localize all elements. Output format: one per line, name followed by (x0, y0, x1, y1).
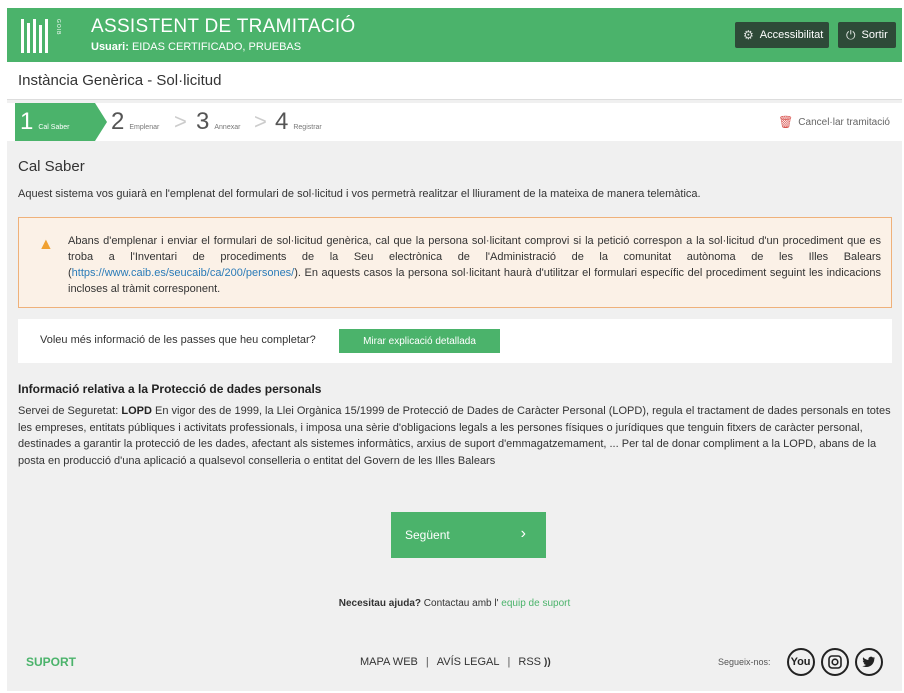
user-name: EIDAS CERTIFICADO, PRUEBAS (131, 41, 302, 53)
app-frame: GOIB ASSISTENT DE TRAMITACIÓ Usuari: EID… (7, 8, 902, 691)
warning-text: Abans d'emplenar i enviar el formulari d… (68, 233, 881, 297)
user-label: Usuari: (91, 41, 129, 53)
logout-button[interactable]: ⏻ Sortir (838, 22, 896, 48)
cancel-label: Cancel·lar tramitació (798, 116, 890, 128)
step-3[interactable]: 3 Annexar (196, 103, 240, 141)
info-question: Voleu més informació de les passes que h… (40, 334, 316, 346)
warning-box: ▲ Abans d'emplenar i enviar el formulari… (18, 217, 892, 308)
step-number: 2 (111, 108, 125, 135)
app-title: ASSISTENT DE TRAMITACIÓ (91, 16, 356, 37)
help-text: Contactau amb l' (423, 598, 499, 609)
chevron-right-icon: > (254, 109, 267, 134)
lopd-bold: LOPD (121, 405, 152, 417)
footer-links: MAPA WEB | AVÍS LEGAL | RSS)) (360, 656, 551, 668)
step-label: Cal Saber (38, 123, 70, 131)
lopd-prefix: Servei de Seguretat: (18, 405, 119, 417)
separator: | (425, 656, 429, 668)
data-protection-title: Informació relativa a la Protecció de da… (18, 382, 322, 396)
app-header: GOIB ASSISTENT DE TRAMITACIÓ Usuari: EID… (7, 8, 902, 62)
rss-link[interactable]: RSS)) (518, 656, 550, 668)
step-label: Emplenar (129, 123, 160, 131)
step-1[interactable]: 1 Cal Saber (15, 103, 95, 141)
chevron-right-icon: > (174, 109, 187, 134)
support-team-link[interactable]: equip de suport (501, 598, 570, 609)
goib-logo: GOIB (19, 17, 67, 57)
procedures-link[interactable]: https://www.caib.es/seucaib/ca/200/perso… (72, 267, 295, 279)
logo-vertical-text: GOIB (55, 19, 61, 36)
next-button[interactable]: Següent › (391, 512, 546, 558)
intro-text: Aquest sistema vos guiarà en l'emplenat … (18, 188, 701, 200)
follow-label: Segueix-nos: (718, 657, 771, 667)
step-4[interactable]: 4 Registrar (275, 103, 322, 141)
section-title: Cal Saber (18, 158, 85, 175)
logout-label: Sortir (861, 29, 888, 41)
accessibility-button[interactable]: ⚙ Accessibilitat (735, 22, 829, 48)
step-number: 1 (20, 108, 34, 135)
separator: | (507, 656, 511, 668)
title-bar: Instància Genèrica - Sol·licitud (7, 62, 902, 100)
legal-link[interactable]: AVÍS LEGAL (437, 656, 500, 668)
sitemap-link[interactable]: MAPA WEB (360, 656, 418, 668)
chevron-right-icon: › (520, 525, 526, 542)
active-step-arrow (95, 103, 107, 141)
step-number: 4 (275, 108, 289, 135)
youtube-icon[interactable]: You (786, 648, 815, 676)
next-label: Següent (405, 528, 450, 542)
data-protection-text: Servei de Seguretat: LOPD En vigor des d… (18, 403, 894, 469)
rss-icon: )) (544, 657, 551, 668)
footer-support-link[interactable]: SUPORT (26, 655, 76, 669)
rss-label: RSS (518, 656, 541, 668)
help-bold: Necesitau ajuda? (338, 598, 421, 609)
detailed-explanation-button[interactable]: Mirar explicació detallada (339, 329, 500, 353)
help-line: Necesitau ajuda? Contactau amb l' equip … (7, 598, 902, 609)
user-info: Usuari: EIDAS CERTIFICADO, PRUEBAS (91, 41, 301, 53)
step-wizard: 1 Cal Saber 2 Emplenar > 3 Annexar > 4 R… (7, 103, 902, 141)
accessibility-icon: ⚙ (743, 28, 754, 42)
warning-icon: ▲ (38, 236, 54, 253)
social-links: Segueix-nos: You (718, 648, 883, 676)
page-title: Instància Genèrica - Sol·licitud (18, 72, 222, 89)
twitter-icon[interactable] (854, 648, 883, 676)
instagram-glyph (827, 655, 842, 669)
step-label: Registrar (293, 123, 322, 131)
instagram-icon[interactable] (820, 648, 849, 676)
cancel-procedure-link[interactable]: 🗑 Cancel·lar tramitació (778, 115, 890, 129)
logo-bars (21, 19, 51, 58)
youtube-text: You (790, 656, 811, 668)
info-box: Voleu més informació de les passes que h… (18, 319, 892, 363)
accessibility-label: Accessibilitat (759, 29, 824, 41)
step-number: 3 (196, 108, 210, 135)
power-icon: ⏻ (846, 27, 856, 42)
step-2[interactable]: 2 Emplenar (111, 103, 159, 141)
twitter-glyph (861, 656, 875, 667)
trash-icon: 🗑 (778, 115, 794, 129)
step-label: Annexar (214, 123, 241, 131)
